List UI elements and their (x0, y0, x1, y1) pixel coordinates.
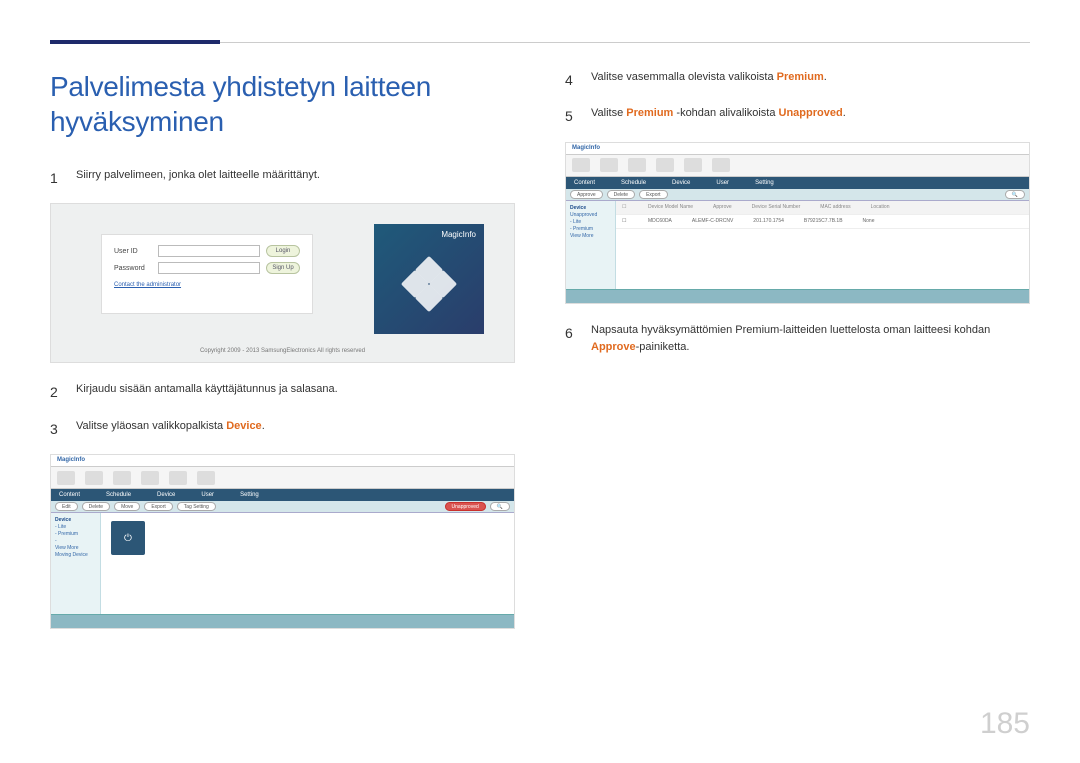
sub-button[interactable]: Tag Setting (177, 502, 216, 511)
toolbar-item[interactable]: Setting (240, 492, 259, 498)
sidebar: Device - Lite - Premium - View More Movi… (51, 513, 101, 614)
page-number: 185 (980, 707, 1030, 741)
step-text: Valitse Premium -kohdan alivalikoista Un… (591, 105, 1030, 123)
tab-icon[interactable] (712, 158, 730, 172)
keyword-premium: Premium (777, 71, 824, 83)
keyword-premium: Premium (626, 107, 673, 119)
screenshot-device-grid: MagicInfo Content Schedule Device User S… (50, 454, 515, 629)
tab-icon[interactable] (57, 471, 75, 485)
password-input[interactable] (158, 262, 260, 274)
tab-icon[interactable] (600, 158, 618, 172)
tab-icon[interactable] (684, 158, 702, 172)
tab-icon[interactable] (141, 471, 159, 485)
sub-button[interactable]: Export (639, 190, 667, 199)
sub-button[interactable]: Export (144, 502, 172, 511)
app-toolbar: Content Schedule Device User Setting (566, 177, 1029, 189)
app-tabs (51, 467, 514, 489)
device-canvas: ⏻ (101, 513, 514, 614)
app-subtoolbar: Edit Delete Move Export Tag Setting Unap… (51, 501, 514, 513)
step-text: Kirjaudu sisään antamalla käyttäjätunnus… (76, 381, 515, 399)
keyword-unapproved: Unapproved (779, 107, 843, 119)
tab-icon[interactable] (85, 471, 103, 485)
screenshot-unapproved-list: MagicInfo Content Schedule Device User S… (565, 142, 1030, 304)
step-number: 4 (565, 69, 577, 91)
tab-icon[interactable] (113, 471, 131, 485)
password-label: Password (114, 265, 152, 272)
step-2: 2 Kirjaudu sisään antamalla käyttäjätunn… (50, 381, 515, 403)
toolbar-item[interactable]: Device (672, 180, 690, 186)
device-list: ☐ Device Model Name Approve Device Seria… (616, 201, 1029, 289)
list-header: ☐ Device Model Name Approve Device Seria… (616, 201, 1029, 215)
step-text: Valitse vasemmalla olevista valikoista P… (591, 69, 1030, 87)
toolbar-item[interactable]: Content (574, 180, 595, 186)
step-5: 5 Valitse Premium -kohdan alivalikoista … (565, 105, 1030, 127)
app-titlebar: MagicInfo (51, 455, 514, 467)
app-footer (51, 614, 514, 628)
toolbar-item[interactable]: User (716, 180, 729, 186)
toolbar-item[interactable]: Device (157, 492, 175, 498)
step-4: 4 Valitse vasemmalla olevista valikoista… (565, 69, 1030, 91)
app-tabs (566, 155, 1029, 177)
toolbar-item[interactable]: Setting (755, 180, 774, 186)
app-titlebar: MagicInfo (566, 143, 1029, 155)
step-3: 3 Valitse yläosan valikkopalkista Device… (50, 418, 515, 440)
step-6: 6 Napsauta hyväksymättömien Premium-lait… (565, 322, 1030, 357)
userid-input[interactable] (158, 245, 260, 257)
device-thumbnail[interactable]: ⏻ (111, 521, 145, 555)
list-row[interactable]: ☐ MDC60DA ALEMF-C-DRCNV 201.170.1754 B79… (616, 215, 1029, 229)
sub-button[interactable]: Move (114, 502, 140, 511)
screenshot-login: User ID Login Password Sign Up Contact t… (50, 203, 515, 363)
unapproved-pill[interactable]: Unapproved (445, 502, 486, 511)
step-text: Valitse yläosan valikkopalkista Device. (76, 418, 515, 436)
step-text: Napsauta hyväksymättömien Premium-laitte… (591, 322, 1030, 357)
app-subtoolbar: Approve Delete Export 🔍 (566, 189, 1029, 201)
brand-tile: MagicInfo (374, 224, 484, 334)
tab-icon[interactable] (628, 158, 646, 172)
signup-button[interactable]: Sign Up (266, 262, 300, 274)
tab-icon[interactable] (197, 471, 215, 485)
sub-button[interactable]: Edit (55, 502, 78, 511)
login-button[interactable]: Login (266, 245, 300, 257)
keyword-approve: Approve (591, 341, 636, 353)
step-number: 6 (565, 322, 577, 344)
search-pill[interactable]: 🔍 (1005, 190, 1025, 199)
brand-label: MagicInfo (441, 230, 476, 239)
page-heading: Palvelimesta yhdistetyn laitteen hyväksy… (50, 69, 515, 139)
toolbar-item[interactable]: User (201, 492, 214, 498)
sub-button[interactable]: Delete (82, 502, 110, 511)
sub-button[interactable]: Delete (607, 190, 635, 199)
step-text: Siirry palvelimeen, jonka olet laitteell… (76, 167, 515, 185)
search-pill[interactable]: 🔍 (490, 502, 510, 511)
app-toolbar: Content Schedule Device User Setting (51, 489, 514, 501)
userid-label: User ID (114, 248, 152, 255)
tab-icon[interactable] (169, 471, 187, 485)
sidebar: Device Unapproved - Lite - Premium View … (566, 201, 616, 289)
tab-icon[interactable] (656, 158, 674, 172)
toolbar-item[interactable]: Schedule (621, 180, 646, 186)
login-panel: User ID Login Password Sign Up Contact t… (101, 234, 313, 314)
tab-icon[interactable] (572, 158, 590, 172)
app-footer (566, 289, 1029, 303)
cube-icon (399, 260, 459, 316)
step-number: 2 (50, 381, 62, 403)
power-icon: ⏻ (124, 533, 132, 544)
step-number: 1 (50, 167, 62, 189)
step-1: 1 Siirry palvelimeen, jonka olet laittee… (50, 167, 515, 189)
sub-button[interactable]: Approve (570, 190, 603, 199)
step-number: 5 (565, 105, 577, 127)
keyword-device: Device (226, 420, 261, 432)
step-number: 3 (50, 418, 62, 440)
copyright-text: Copyright 2009 - 2013 SamsungElectronics… (51, 348, 514, 354)
toolbar-item[interactable]: Schedule (106, 492, 131, 498)
contact-admin-link[interactable]: Contact the administrator (114, 282, 300, 288)
toolbar-item[interactable]: Content (59, 492, 80, 498)
